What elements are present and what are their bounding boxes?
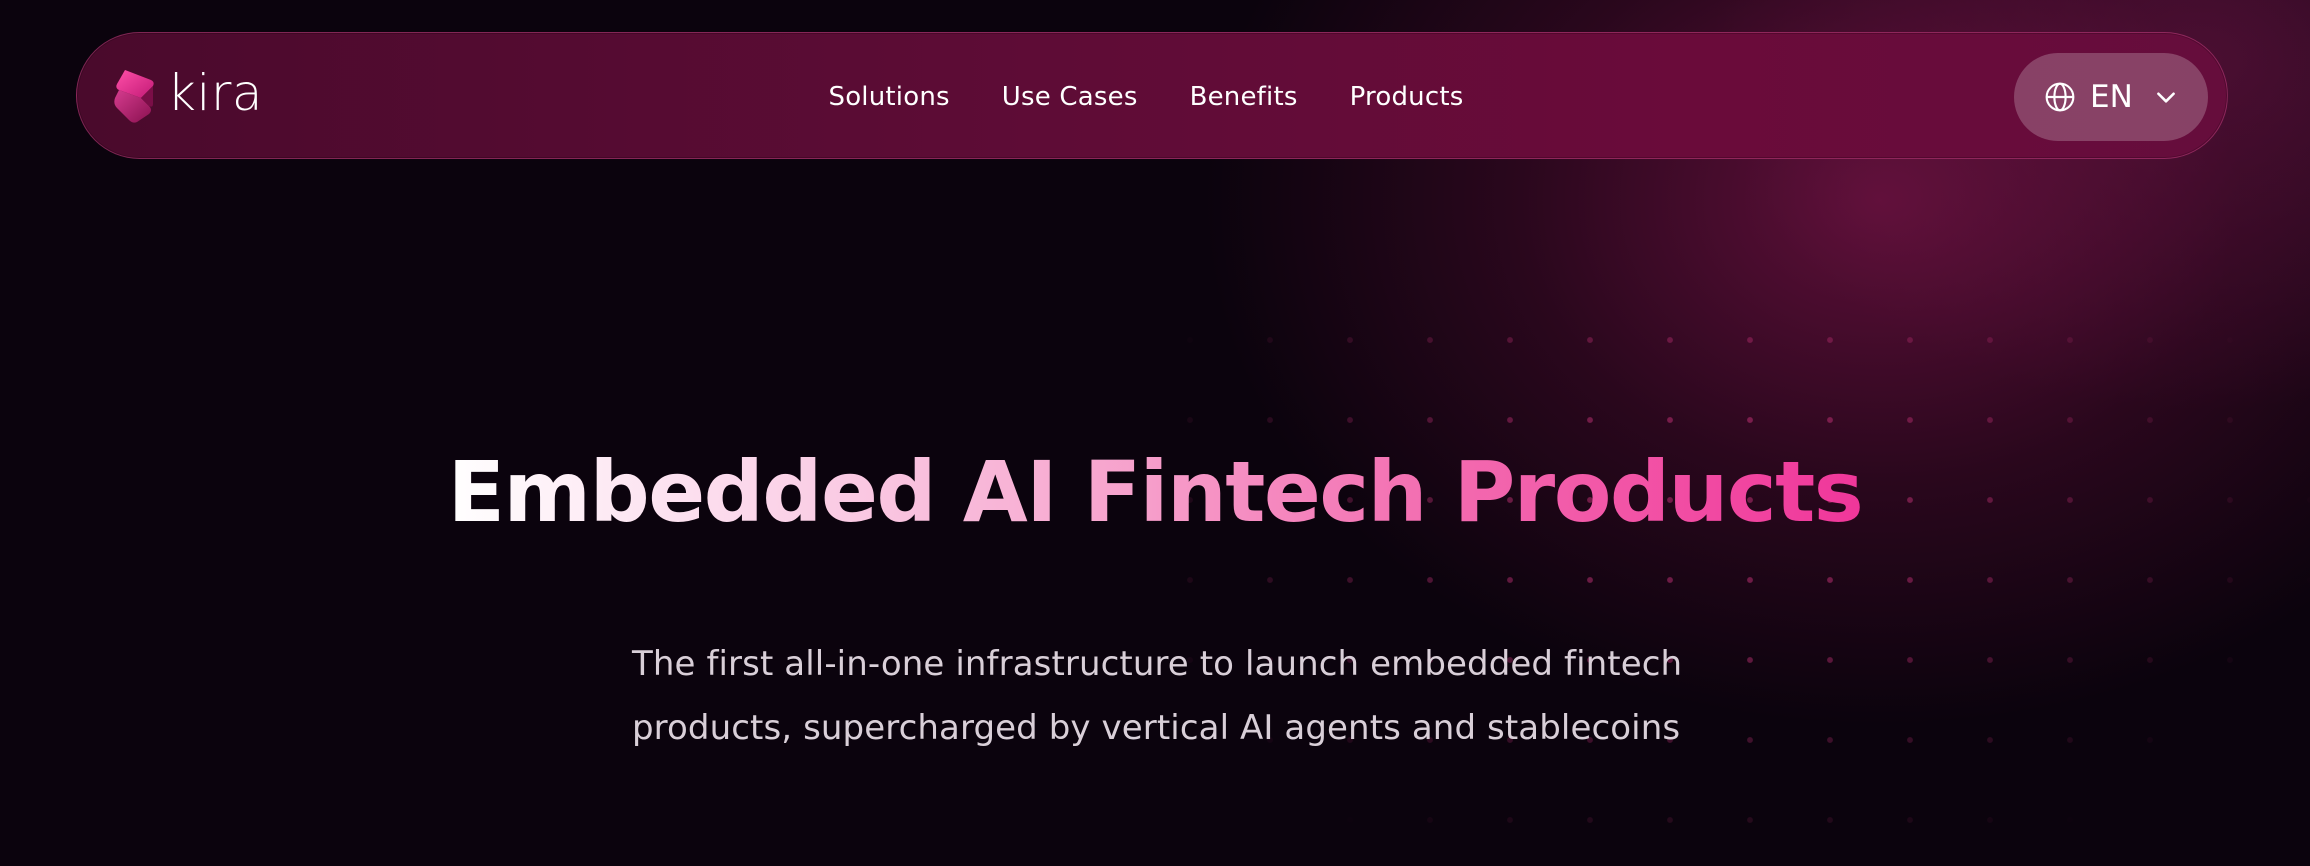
hero-subtitle-line-2: products, supercharged by vertical AI ag… xyxy=(632,708,1681,748)
main-menu: Solutions Use Cases Benefits Products xyxy=(77,33,2227,160)
background-dot-pattern xyxy=(1150,300,2310,866)
hero-title: Embedded AI Fintech Products xyxy=(0,446,2310,538)
language-selector[interactable]: EN xyxy=(2014,53,2208,141)
hero-subtitle: The first all-in-one infrastructure to l… xyxy=(632,632,1732,760)
page: kira Solutions Use Cases Benefits Produc… xyxy=(0,0,2310,866)
language-label: EN xyxy=(2090,79,2133,115)
globe-icon xyxy=(2045,82,2075,112)
nav-item-solutions[interactable]: Solutions xyxy=(829,82,950,112)
nav-item-products[interactable]: Products xyxy=(1350,82,1464,112)
hero-title-text: Embedded AI Fintech Products xyxy=(447,443,1864,541)
top-navbar: kira Solutions Use Cases Benefits Produc… xyxy=(76,32,2228,159)
nav-item-benefits[interactable]: Benefits xyxy=(1190,82,1298,112)
chevron-down-icon xyxy=(2156,92,2175,103)
hero-subtitle-line-1: The first all-in-one infrastructure to l… xyxy=(632,644,1683,684)
nav-item-use-cases[interactable]: Use Cases xyxy=(1002,82,1138,112)
